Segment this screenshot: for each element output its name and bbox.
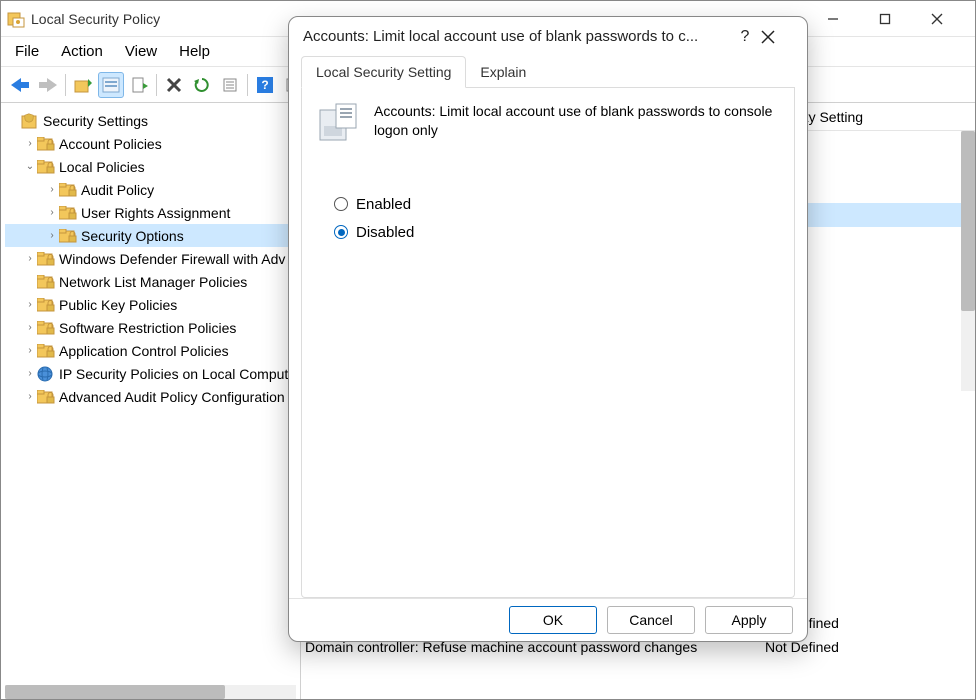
ok-button[interactable]: OK bbox=[509, 606, 597, 634]
dialog-close-button[interactable] bbox=[761, 30, 793, 44]
refresh-button[interactable] bbox=[189, 72, 215, 98]
dialog-tabs: Local Security Setting Explain bbox=[301, 56, 795, 88]
folder-lock-icon bbox=[37, 344, 55, 358]
tree-node-label: Local Policies bbox=[59, 159, 145, 175]
expander-icon[interactable]: ⌄ bbox=[23, 161, 37, 172]
folder-lock-icon bbox=[37, 321, 55, 335]
expander-icon[interactable]: › bbox=[23, 345, 37, 356]
expander-icon[interactable]: › bbox=[23, 391, 37, 402]
tree-node[interactable]: › IP Security Policies on Local Compute bbox=[5, 362, 300, 385]
tree-node[interactable]: › Software Restriction Policies bbox=[5, 316, 300, 339]
tree-node-label: Security Settings bbox=[43, 113, 148, 129]
policy-icon bbox=[316, 102, 360, 146]
globe-icon bbox=[37, 366, 55, 382]
policy-description: Accounts: Limit local account use of bla… bbox=[374, 102, 780, 146]
tree-node-label: Network List Manager Policies bbox=[59, 274, 247, 290]
folder-lock-icon bbox=[37, 275, 55, 289]
tree-node-label: Advanced Audit Policy Configuration bbox=[59, 389, 285, 405]
expander-icon[interactable]: › bbox=[45, 207, 59, 218]
folder-lock-icon bbox=[59, 229, 77, 243]
expander-icon[interactable]: › bbox=[45, 230, 59, 241]
dialog-button-row: OK Cancel Apply bbox=[289, 598, 807, 641]
tree-node[interactable]: › Account Policies bbox=[5, 132, 300, 155]
expander-icon[interactable]: › bbox=[23, 368, 37, 379]
tree-node-label: Windows Defender Firewall with Adv bbox=[59, 251, 285, 267]
tree-root-security-settings[interactable]: Security Settings bbox=[5, 109, 300, 132]
folder-lock-icon bbox=[37, 298, 55, 312]
expander-icon[interactable]: › bbox=[23, 138, 37, 149]
tree-node-label: Audit Policy bbox=[81, 182, 154, 198]
export-button[interactable] bbox=[126, 72, 152, 98]
dialog-titlebar: Accounts: Limit local account use of bla… bbox=[289, 17, 807, 56]
tree-node[interactable]: › Audit Policy bbox=[5, 178, 300, 201]
app-icon bbox=[7, 10, 25, 28]
radio-group: Enabled Disabled bbox=[334, 190, 780, 246]
folder-lock-icon bbox=[59, 183, 77, 197]
tree-node-label: Application Control Policies bbox=[59, 343, 229, 359]
list-button[interactable] bbox=[217, 72, 243, 98]
tab-panel-local: Accounts: Limit local account use of bla… bbox=[301, 88, 795, 598]
radio-enabled[interactable]: Enabled bbox=[334, 190, 780, 218]
expander-icon[interactable]: › bbox=[45, 184, 59, 195]
tree-node[interactable]: › Advanced Audit Policy Configuration bbox=[5, 385, 300, 408]
radio-dot-icon bbox=[334, 225, 348, 239]
expander-icon[interactable]: › bbox=[23, 322, 37, 333]
expander-icon[interactable]: › bbox=[23, 299, 37, 310]
tree-node[interactable]: › Application Control Policies bbox=[5, 339, 300, 362]
tree-node[interactable]: › Security Options bbox=[5, 224, 300, 247]
tree-node-label: Account Policies bbox=[59, 136, 162, 152]
up-button[interactable] bbox=[70, 72, 96, 98]
forward-button[interactable] bbox=[35, 72, 61, 98]
menu-view[interactable]: View bbox=[125, 43, 157, 60]
shield-folder-icon bbox=[21, 113, 39, 129]
window-title: Local Security Policy bbox=[31, 11, 160, 27]
radio-disabled[interactable]: Disabled bbox=[334, 218, 780, 246]
tree-node[interactable]: Network List Manager Policies bbox=[5, 270, 300, 293]
apply-button[interactable]: Apply bbox=[705, 606, 793, 634]
folder-lock-icon bbox=[59, 206, 77, 220]
delete-button[interactable] bbox=[161, 72, 187, 98]
tree-node[interactable]: › User Rights Assignment bbox=[5, 201, 300, 224]
properties-button[interactable] bbox=[98, 72, 124, 98]
dialog-title: Accounts: Limit local account use of bla… bbox=[303, 28, 729, 45]
folder-lock-icon bbox=[37, 390, 55, 404]
menu-help[interactable]: Help bbox=[179, 43, 210, 60]
tree-node[interactable]: › Public Key Policies bbox=[5, 293, 300, 316]
tree-horizontal-scrollbar[interactable] bbox=[5, 685, 296, 699]
dialog-help-button[interactable]: ? bbox=[729, 28, 761, 46]
tree-node-label: Security Options bbox=[81, 228, 184, 244]
menu-action[interactable]: Action bbox=[61, 43, 103, 60]
folder-lock-icon bbox=[37, 137, 55, 151]
tree-node-label: User Rights Assignment bbox=[81, 205, 230, 221]
radio-dot-icon bbox=[334, 197, 348, 211]
tab-explain[interactable]: Explain bbox=[466, 56, 540, 87]
menu-file[interactable]: File bbox=[15, 43, 39, 60]
tab-local-security-setting[interactable]: Local Security Setting bbox=[301, 56, 466, 88]
expander-icon[interactable]: › bbox=[23, 253, 37, 264]
maximize-button[interactable] bbox=[879, 13, 907, 25]
properties-dialog: Accounts: Limit local account use of bla… bbox=[288, 16, 808, 642]
tree-pane: Security Settings › Account Policies ⌄ Loca… bbox=[1, 103, 301, 699]
list-vertical-scrollbar[interactable] bbox=[961, 131, 975, 391]
close-button[interactable] bbox=[931, 13, 959, 25]
tree-node-label: Software Restriction Policies bbox=[59, 320, 236, 336]
radio-label: Disabled bbox=[356, 224, 414, 241]
tree-node[interactable]: ⌄ Local Policies bbox=[5, 155, 300, 178]
minimize-button[interactable] bbox=[827, 13, 855, 25]
radio-label: Enabled bbox=[356, 196, 411, 213]
tree-node-label: Public Key Policies bbox=[59, 297, 177, 313]
folder-lock-icon bbox=[37, 252, 55, 266]
help-button[interactable]: ? bbox=[252, 72, 278, 98]
tree-node[interactable]: › Windows Defender Firewall with Adv bbox=[5, 247, 300, 270]
folder-lock-icon bbox=[37, 160, 55, 174]
tree-node-label: IP Security Policies on Local Compute bbox=[59, 366, 296, 382]
svg-text:?: ? bbox=[261, 78, 268, 92]
back-button[interactable] bbox=[7, 72, 33, 98]
cancel-button[interactable]: Cancel bbox=[607, 606, 695, 634]
